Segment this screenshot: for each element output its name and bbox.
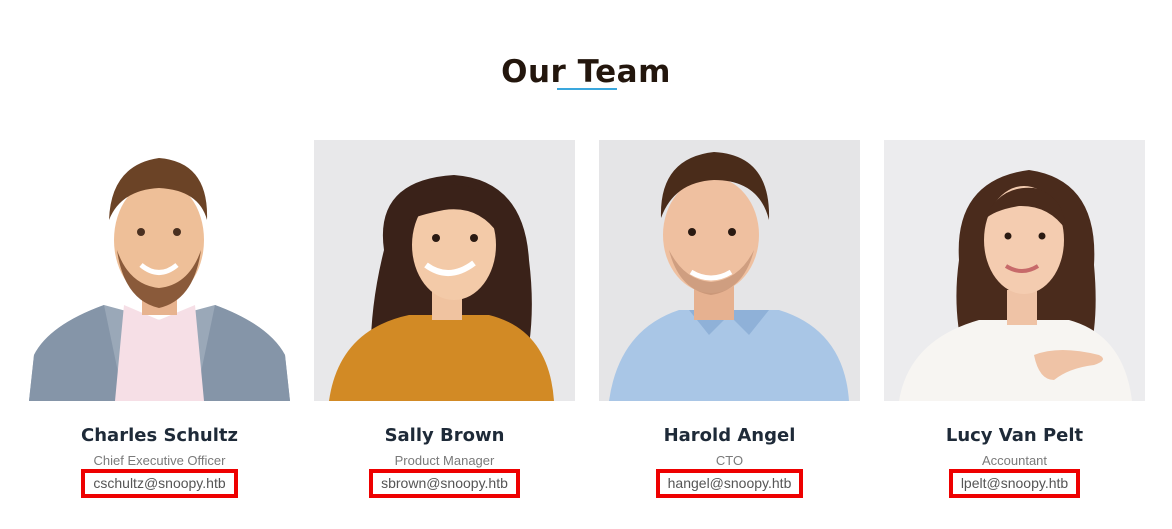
member-email[interactable]: lpelt@snoopy.htb [948, 469, 1081, 498]
member-email[interactable]: sbrown@snoopy.htb [369, 469, 520, 498]
team-member-card: Sally Brown Product Manager sbrown@snoop… [314, 140, 575, 498]
person-photo-icon [314, 140, 575, 401]
section-title: Our Team [501, 53, 671, 90]
member-role: CTO [715, 453, 744, 468]
member-name: Sally Brown [384, 425, 505, 446]
team-member-photo [599, 140, 860, 401]
person-photo-icon [599, 140, 860, 401]
team-member-card: Lucy Van Pelt Accountant lpelt@snoopy.ht… [884, 140, 1145, 498]
member-name: Harold Angel [663, 425, 796, 446]
person-photo-icon [29, 140, 290, 401]
member-email[interactable]: cschultz@snoopy.htb [81, 469, 238, 498]
team-member-photo [29, 140, 290, 401]
team-member-photo [314, 140, 575, 401]
member-email[interactable]: hangel@snoopy.htb [655, 469, 804, 498]
member-role: Chief Executive Officer [93, 453, 226, 468]
member-role: Accountant [981, 453, 1048, 468]
member-name: Lucy Van Pelt [945, 425, 1084, 446]
member-role: Product Manager [394, 453, 495, 468]
team-member-card: Harold Angel CTO hangel@snoopy.htb [599, 140, 860, 498]
person-photo-icon [884, 140, 1145, 401]
team-member-photo [884, 140, 1145, 401]
team-member-card: Charles Schultz Chief Executive Officer … [29, 140, 290, 498]
member-name: Charles Schultz [81, 425, 238, 446]
title-divider [557, 88, 617, 90]
